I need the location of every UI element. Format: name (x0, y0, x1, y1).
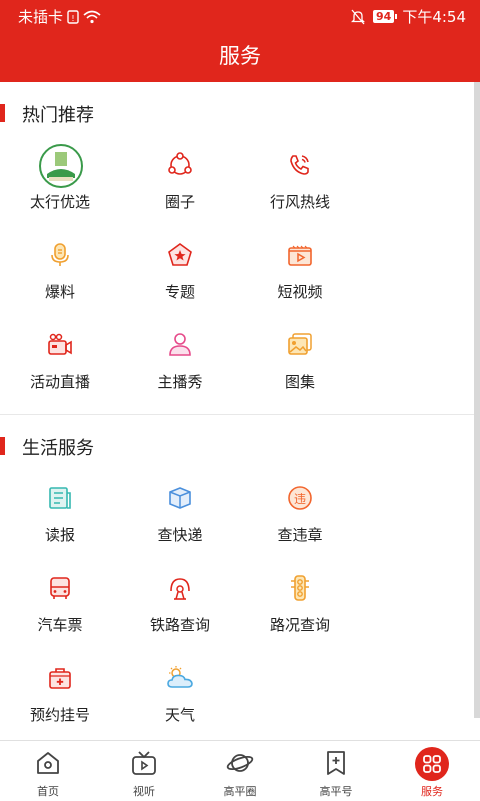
grid-item-label: 圈子 (164, 193, 195, 211)
phone-icon (290, 155, 309, 175)
section-header-life: 生活服务 (0, 415, 474, 477)
circle-network-icon (168, 152, 192, 175)
bus-icon (50, 577, 70, 599)
life-grid: 读报 查快递 违 查违章 汽车票 铁路查询 路况查询 预约挂号 天气 (0, 477, 474, 747)
grid-item-traffic[interactable]: 路况查询 (240, 567, 360, 657)
section-title: 生活服务 (22, 438, 94, 459)
tab-audio-video[interactable]: 视听 (96, 741, 192, 801)
hot-grid: 太行优选 圈子 行风热线 爆料 专题 短视频 活动直播 主播秀 图集 (0, 144, 474, 414)
svg-text:违: 违 (294, 492, 306, 506)
bookmark-plus-icon (327, 751, 345, 775)
tab-home[interactable]: 首页 (0, 741, 96, 801)
tab-label: 高平号 (319, 785, 353, 798)
tab-label: 视听 (133, 785, 155, 798)
video-clapper-icon (288, 245, 312, 266)
grid-item-label: 短视频 (277, 283, 323, 301)
section-header-hot: 热门推荐 (0, 82, 474, 144)
grid-item-bus-ticket[interactable]: 汽车票 (0, 567, 120, 657)
tab-service[interactable]: 服务 (384, 741, 480, 801)
grid-item-label: 路况查询 (269, 616, 330, 634)
grid-item-label: 查违章 (277, 526, 323, 544)
tab-label: 首页 (37, 785, 59, 798)
grid-item-label: 天气 (164, 706, 195, 724)
section-accent-bar (0, 437, 5, 455)
sim-icon: ! (67, 9, 79, 24)
home-icon (37, 752, 59, 774)
gallery-icon (288, 333, 312, 355)
page-title: 服务 (0, 30, 480, 82)
microphone-icon (51, 243, 69, 266)
service-content: 热门推荐 太行优选 圈子 行风热线 爆料 专题 短视频 活动直播 主播秀 图集 … (0, 82, 474, 748)
tab-label: 高平圈 (223, 785, 257, 798)
newspaper-icon (49, 487, 71, 509)
grid-item-label: 主播秀 (157, 373, 203, 391)
grid-item-tipoff[interactable]: 爆料 (0, 234, 120, 324)
grid-item-read-paper[interactable]: 读报 (0, 477, 120, 567)
grid-item-label: 活动直播 (29, 373, 90, 391)
weather-icon (167, 666, 193, 688)
grid-item-label: 汽车票 (37, 616, 83, 634)
grid-item-label: 查快递 (157, 526, 203, 544)
package-icon (169, 487, 191, 509)
camera-icon (48, 333, 72, 355)
traffic-light-icon (291, 575, 309, 601)
taihang-logo-icon (39, 144, 83, 188)
tv-icon (132, 751, 156, 775)
tab-gaoping-circle[interactable]: 高平圈 (192, 741, 288, 801)
violation-icon: 违 (288, 486, 312, 510)
grid-item-label: 读报 (44, 526, 75, 544)
grid-item-express[interactable]: 查快递 (120, 477, 240, 567)
grid-item-anchor-show[interactable]: 主播秀 (120, 324, 240, 414)
planet-icon (226, 754, 254, 772)
grid-item-railway[interactable]: 铁路查询 (120, 567, 240, 657)
scrollbar[interactable] (474, 82, 480, 718)
grid-item-topic[interactable]: 专题 (120, 234, 240, 324)
status-bar: 未插卡 ! 94 下午4:54 (0, 0, 480, 30)
mute-bell-icon (351, 9, 365, 24)
grid-item-weather[interactable]: 天气 (120, 657, 240, 747)
battery-indicator: 94 (373, 10, 398, 23)
grid-item-taihang[interactable]: 太行优选 (0, 144, 120, 234)
railway-icon (170, 578, 190, 600)
grid-item-gallery[interactable]: 图集 (240, 324, 360, 414)
grid-item-label: 爆料 (44, 283, 75, 301)
clock-text: 下午4:54 (402, 8, 466, 26)
grid-item-registration[interactable]: 预约挂号 (0, 657, 120, 747)
grid-item-label: 专题 (164, 283, 195, 301)
tab-label: 服务 (421, 785, 443, 798)
svg-text:!: ! (71, 14, 74, 23)
grid-item-label: 行风热线 (269, 193, 330, 211)
grid-item-hotline[interactable]: 行风热线 (240, 144, 360, 234)
grid-item-short-video[interactable]: 短视频 (240, 234, 360, 324)
tab-gaoping-account[interactable]: 高平号 (288, 741, 384, 801)
medical-kit-icon (49, 668, 71, 689)
user-icon (169, 333, 191, 356)
grid-item-label: 预约挂号 (29, 706, 90, 724)
section-title: 热门推荐 (22, 105, 94, 126)
grid-item-circle[interactable]: 圈子 (120, 144, 240, 234)
grid-item-label: 太行优选 (29, 193, 90, 211)
bottom-tab-bar: 首页 视听 高平圈 高平号 服务 (0, 740, 480, 801)
grid-item-label: 铁路查询 (149, 616, 210, 634)
grid-icon (415, 747, 449, 781)
grid-item-live[interactable]: 活动直播 (0, 324, 120, 414)
pentagon-star-icon (168, 243, 192, 266)
section-accent-bar (0, 104, 5, 122)
grid-item-label: 图集 (284, 373, 315, 391)
grid-item-violation[interactable]: 违 查违章 (240, 477, 360, 567)
wifi-icon (83, 10, 101, 23)
carrier-text: 未插卡 (18, 8, 64, 26)
